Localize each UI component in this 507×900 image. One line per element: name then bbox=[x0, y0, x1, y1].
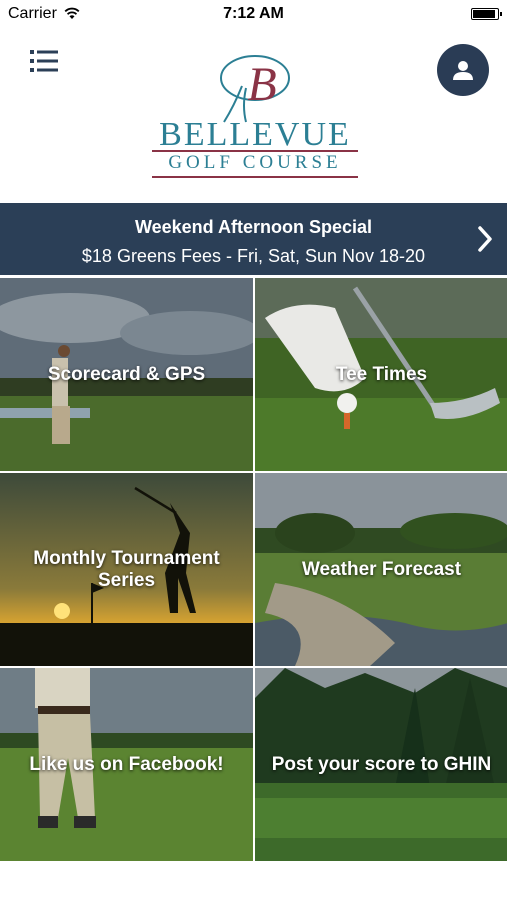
tile-monthly-tournament[interactable]: Monthly Tournament Series bbox=[0, 473, 253, 666]
logo-subtitle: GOLF COURSE bbox=[168, 152, 342, 173]
profile-button[interactable] bbox=[437, 44, 489, 96]
tile-weather-forecast[interactable]: Weather Forecast bbox=[255, 473, 507, 666]
feature-grid: Scorecard & GPS Tee Times Monthly Tourna… bbox=[0, 278, 507, 866]
tile-label: Scorecard & GPS bbox=[47, 363, 206, 385]
bellevue-logo: B BELLEVUE GOLF COURSE bbox=[150, 46, 360, 184]
tile-label: Like us on Facebook! bbox=[29, 753, 224, 775]
logo-rule bbox=[152, 176, 358, 178]
tile-label: Weather Forecast bbox=[301, 558, 462, 580]
logo-monogram: B bbox=[247, 58, 276, 111]
chevron-right-icon bbox=[478, 226, 492, 252]
promo-details: $18 Greens Fees - Fri, Sat, Sun Nov 18-2… bbox=[81, 246, 426, 266]
status-bar: Carrier 7:12 AM bbox=[0, 0, 507, 30]
tile-label: Post your score to GHIN bbox=[271, 753, 492, 775]
bottom-area bbox=[0, 866, 507, 900]
tile-post-score-ghin[interactable]: Post your score to GHIN bbox=[255, 668, 507, 861]
tile-tee-times[interactable]: Tee Times bbox=[255, 278, 507, 471]
battery-icon bbox=[471, 8, 502, 20]
tile-scorecard-gps[interactable]: Scorecard & GPS bbox=[0, 278, 253, 471]
user-icon bbox=[453, 61, 473, 80]
hamburger-list-icon bbox=[30, 50, 58, 72]
logo-monogram-icon: B bbox=[220, 55, 290, 123]
tile-facebook[interactable]: Like us on Facebook! bbox=[0, 668, 253, 861]
tile-label: Tee Times bbox=[335, 363, 428, 385]
clock-time: 7:12 AM bbox=[223, 5, 284, 22]
promo-title: Weekend Afternoon Special bbox=[134, 217, 373, 237]
tile-label: Monthly Tournament Series bbox=[33, 547, 220, 591]
promo-banner[interactable]: Weekend Afternoon Special $18 Greens Fee… bbox=[0, 203, 507, 275]
menu-button[interactable] bbox=[30, 48, 60, 76]
logo-name: BELLEVUE bbox=[159, 116, 351, 153]
